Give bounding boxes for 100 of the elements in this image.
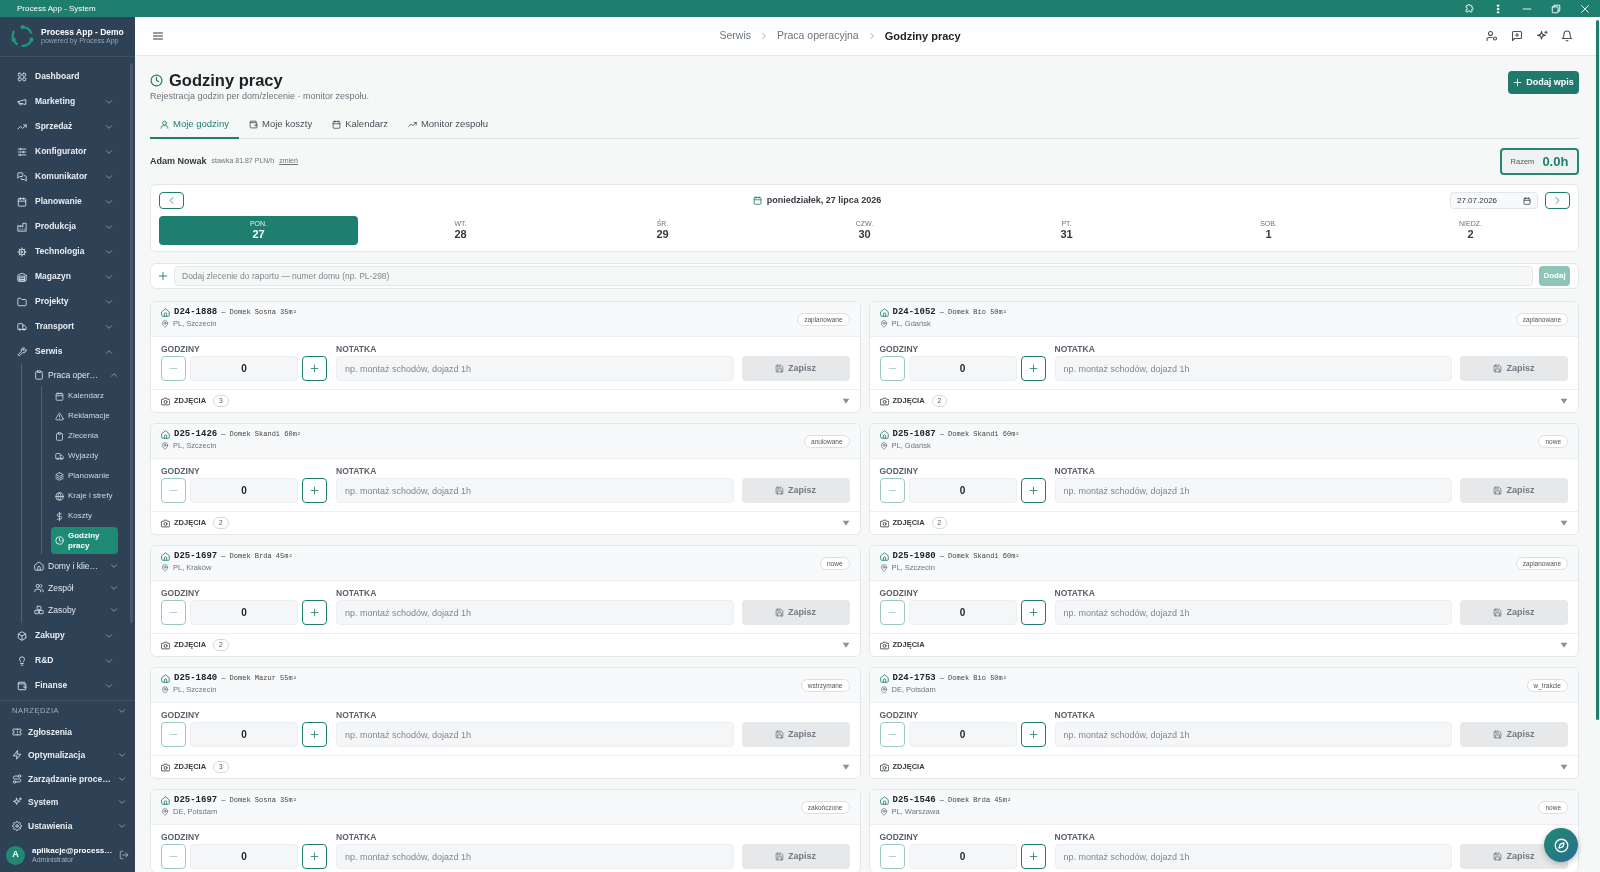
plus-button[interactable]: [1020, 844, 1046, 869]
plus-button[interactable]: [302, 600, 327, 625]
hours-input[interactable]: 0: [190, 478, 298, 503]
add-entry-button[interactable]: Dodaj wpis: [1508, 71, 1579, 94]
page-subtitle: Rejestracja godzin per dom/zlecenie · monitor zespołu.: [150, 90, 370, 102]
sidebar-item[interactable]: Optymalizacja: [0, 743, 135, 768]
sidebar-item[interactable]: Kraje i strefy: [51, 486, 118, 506]
sidebar-item[interactable]: Konfigurator: [0, 139, 135, 164]
scrollbar-thumb[interactable]: [1596, 20, 1599, 720]
sidebar-item[interactable]: Zgłoszenia: [0, 720, 135, 744]
plus-button[interactable]: [302, 844, 327, 869]
sidebar-item[interactable]: Godziny pracy: [51, 527, 118, 555]
plus-button[interactable]: [1020, 600, 1046, 625]
sidebar-item[interactable]: Kalendarz: [51, 386, 118, 406]
close-icon[interactable]: [1580, 3, 1590, 14]
sidebar-item[interactable]: Magazyn: [0, 264, 135, 289]
hours-input[interactable]: 0: [908, 478, 1017, 503]
hours-input[interactable]: 0: [908, 722, 1017, 747]
logout-icon[interactable]: [119, 850, 130, 860]
sidebar-item[interactable]: Produkcja: [0, 214, 135, 239]
note-input[interactable]: np. montaż schodów, dojazd 1h: [1054, 844, 1452, 869]
sidebar-item[interactable]: Zakupy: [0, 623, 135, 649]
plus-button[interactable]: [302, 356, 327, 381]
sidebar-item[interactable]: Ustawienia: [0, 814, 135, 838]
plus-icon: [1028, 608, 1038, 617]
user-settings-icon[interactable]: [1486, 30, 1498, 42]
note-input[interactable]: np. montaż schodów, dojazd 1h: [1054, 478, 1452, 503]
sidebar-item[interactable]: Domy i klie…: [22, 555, 135, 578]
plus-icon: [1028, 364, 1038, 373]
sidebar-item[interactable]: Sprzedaż: [0, 114, 135, 139]
sparkle-icon[interactable]: [1536, 30, 1548, 42]
note-input[interactable]: np. montaż schodów, dojazd 1h: [1054, 356, 1452, 381]
gear-icon: [12, 820, 22, 831]
tab[interactable]: Moje godziny: [150, 111, 239, 139]
hours-input[interactable]: 0: [190, 722, 298, 747]
sidebar-item[interactable]: Planowanie: [0, 189, 135, 214]
breadcrumb-link[interactable]: Praca operacyjna: [777, 28, 859, 44]
house-icon: [879, 674, 889, 683]
note-input[interactable]: np. montaż schodów, dojazd 1h: [1054, 600, 1452, 625]
sidebar-item[interactable]: Reklamacje: [51, 406, 118, 426]
sidebar-item[interactable]: Transport: [0, 314, 135, 339]
sidebar-item[interactable]: R&D: [0, 648, 135, 674]
caret-down-icon[interactable]: [841, 519, 850, 527]
logo-icon: [10, 24, 35, 49]
field-label: GODZINY: [161, 344, 201, 354]
caret-down-icon[interactable]: [841, 397, 850, 405]
sidebar-item[interactable]: Serwis: [0, 339, 135, 364]
hours-input[interactable]: 0: [190, 600, 298, 625]
caret-down-icon[interactable]: [1560, 763, 1568, 771]
note-input[interactable]: np. montaż schodów, dojazd 1h: [1054, 722, 1452, 747]
sidebar-item[interactable]: Dashboard: [0, 64, 135, 89]
hours-input[interactable]: 0: [908, 356, 1017, 381]
field-label: NOTATKA: [336, 344, 378, 354]
plus-button[interactable]: [1020, 478, 1046, 503]
caret-down-icon[interactable]: [1560, 641, 1568, 649]
plus-button[interactable]: [1020, 356, 1046, 381]
field-label: NOTATKA: [336, 588, 378, 598]
bell-icon[interactable]: [1561, 30, 1573, 42]
plus-button[interactable]: [1020, 722, 1046, 747]
sidebar-item[interactable]: Technologia: [0, 239, 135, 264]
puzzle-icon[interactable]: [1464, 3, 1474, 14]
tab[interactable]: Kalendarz: [322, 111, 398, 139]
hours-input[interactable]: 0: [908, 600, 1017, 625]
caret-down-icon[interactable]: [841, 641, 850, 649]
menu-icon[interactable]: [152, 30, 164, 42]
plus-button[interactable]: [302, 478, 327, 503]
sidebar-item[interactable]: Zespół: [22, 577, 135, 600]
note-input[interactable]: np. montaż schodów, dojazd 1h: [336, 722, 734, 747]
sidebar-item[interactable]: Marketing: [0, 89, 135, 114]
sidebar-item[interactable]: Zlecenia: [51, 426, 118, 446]
note-input[interactable]: np. montaż schodów, dojazd 1h: [336, 844, 734, 869]
sidebar-item[interactable]: Praca oper…: [22, 364, 135, 386]
sidebar-item[interactable]: System: [0, 790, 135, 815]
caret-down-icon[interactable]: [1560, 519, 1568, 527]
message-plus-icon[interactable]: [1511, 30, 1523, 42]
sidebar-item[interactable]: Zarządzanie proce…: [0, 767, 135, 791]
plus-button[interactable]: [302, 722, 327, 747]
breadcrumb-link[interactable]: Serwis: [719, 28, 751, 44]
hours-input[interactable]: 0: [190, 844, 298, 869]
caret-down-icon[interactable]: [841, 763, 850, 771]
sidebar-item[interactable]: Koszty: [51, 506, 118, 526]
sidebar-item[interactable]: Wyjazdy: [51, 446, 118, 466]
note-input[interactable]: np. montaż schodów, dojazd 1h: [336, 356, 734, 381]
sidebar-item[interactable]: Zasoby: [22, 599, 135, 622]
note-input[interactable]: np. montaż schodów, dojazd 1h: [336, 600, 734, 625]
sidebar-item[interactable]: Komunikator: [0, 164, 135, 189]
hours-input[interactable]: 0: [908, 844, 1017, 869]
sidebar-item[interactable]: Projekty: [0, 289, 135, 314]
caret-down-icon[interactable]: [1560, 397, 1568, 405]
tab[interactable]: Monitor zespołu: [397, 111, 498, 139]
tab[interactable]: Moje koszty: [239, 111, 323, 139]
date-input[interactable]: 27.07.2026: [1450, 192, 1538, 209]
sidebar-item[interactable]: Planowanie: [51, 466, 118, 486]
note-input[interactable]: np. montaż schodów, dojazd 1h: [336, 478, 734, 503]
pin-icon: [879, 441, 888, 450]
sidebar-item[interactable]: Finanse: [0, 673, 135, 699]
hours-input[interactable]: 0: [190, 356, 298, 381]
prev-button[interactable]: [159, 192, 184, 209]
restore-icon[interactable]: [1551, 3, 1561, 14]
next-button[interactable]: [1545, 192, 1570, 209]
